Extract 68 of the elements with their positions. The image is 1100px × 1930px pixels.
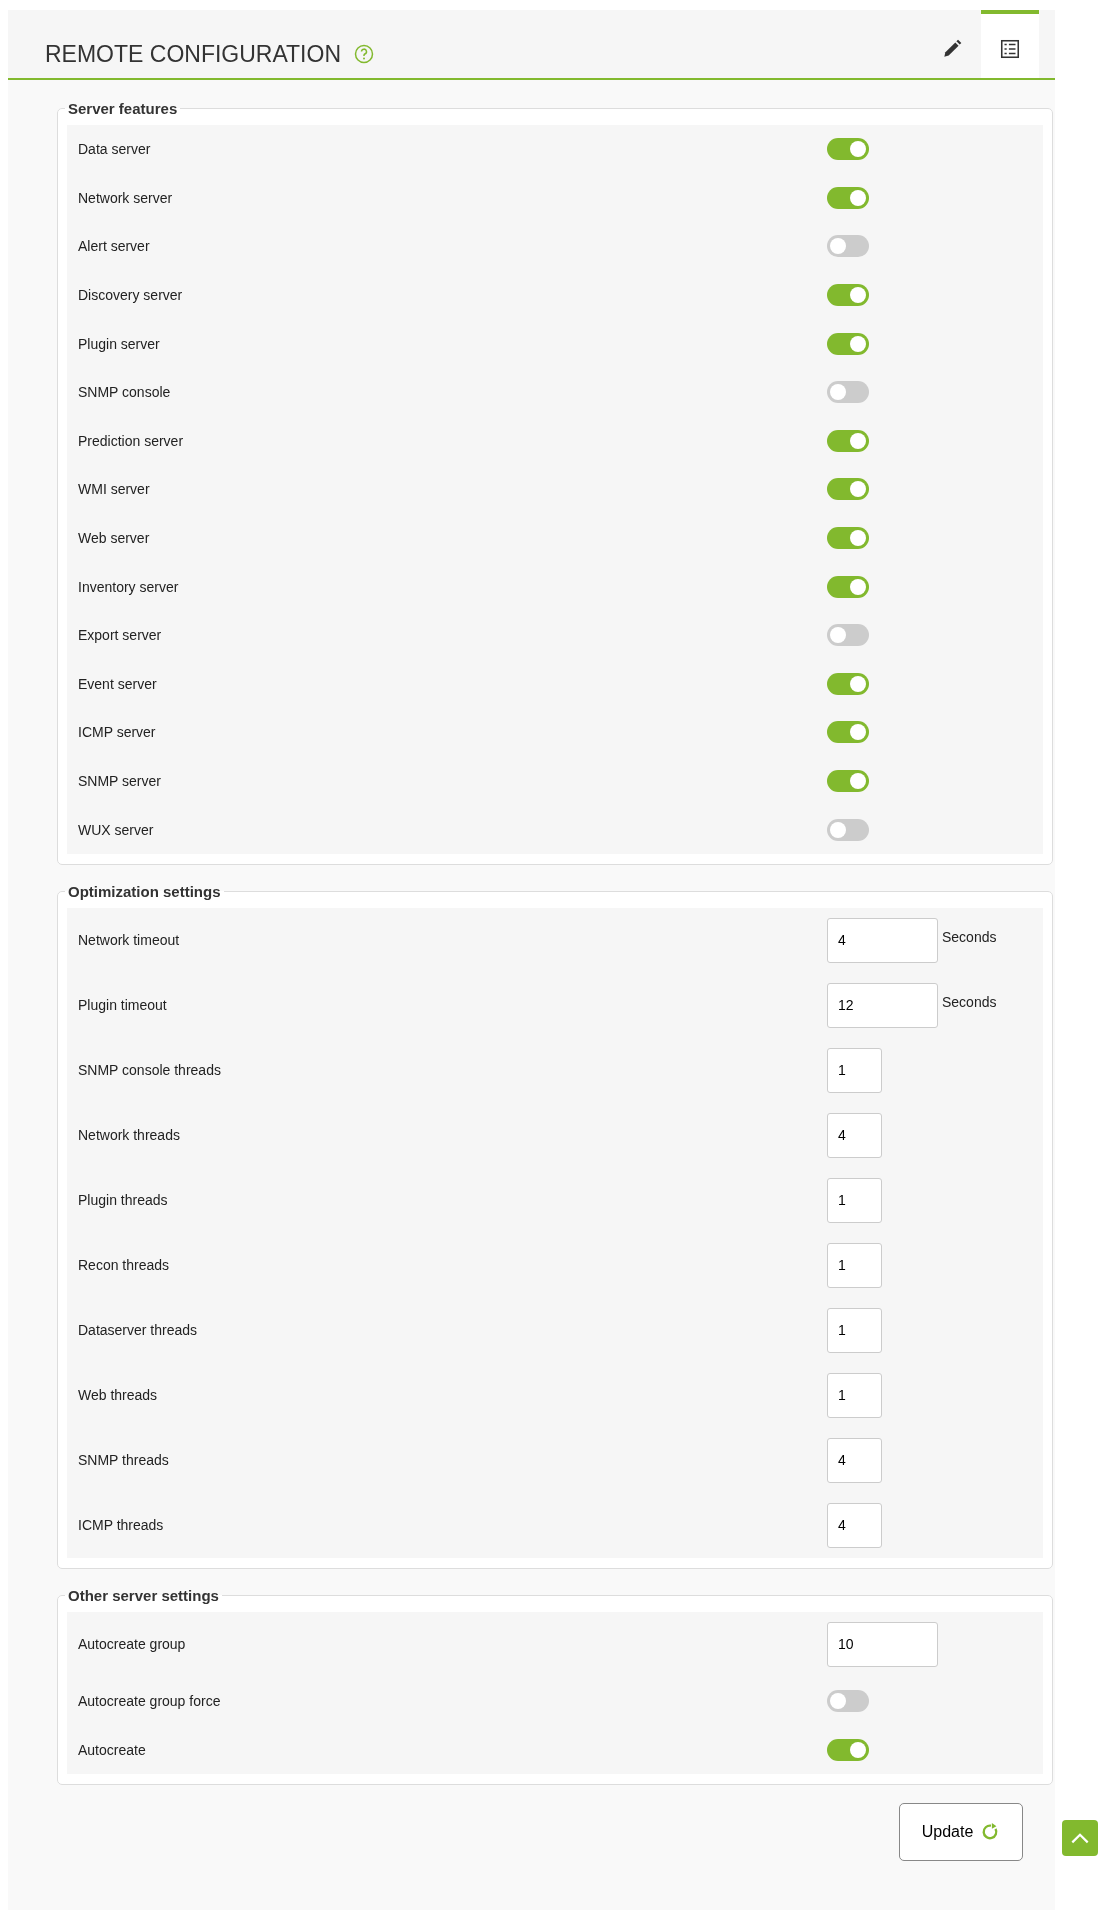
input-field[interactable]: 1	[827, 1372, 882, 1418]
field-label: Autocreate group force	[78, 1693, 222, 1710]
field-label: Recon threads	[78, 1257, 171, 1274]
field-label: ICMP server	[78, 724, 157, 741]
field-label: SNMP server	[78, 773, 162, 789]
toggle-switch[interactable]	[827, 575, 869, 598]
toggle-switch[interactable]	[827, 429, 869, 452]
pencil-icon	[941, 38, 963, 60]
section-title: Other server settings	[67, 1586, 220, 1604]
field-label: Network timeout	[78, 932, 181, 949]
toggle-switch[interactable]	[827, 186, 869, 209]
toggle-switch[interactable]	[827, 770, 869, 792]
field-label: Dataserver threads	[78, 1322, 199, 1339]
field-label: SNMP console threads	[78, 1062, 222, 1079]
field-label: WUX server	[78, 821, 155, 838]
field-label: Export server	[78, 627, 163, 644]
input-field[interactable]: 12	[827, 982, 938, 1028]
field-label: Plugin server	[78, 335, 161, 352]
field-label: Prediction server	[78, 432, 185, 449]
input-field[interactable]: 4	[827, 917, 938, 963]
field-label: Web threads	[78, 1387, 159, 1404]
scroll-top-button[interactable]	[1062, 1820, 1098, 1856]
field-label: SNMP console	[78, 384, 172, 401]
field-label: ICMP threads	[78, 1517, 165, 1534]
toggle-switch[interactable]	[827, 381, 869, 404]
input-field[interactable]: 4	[827, 1112, 882, 1158]
section-title: Server features	[67, 100, 179, 117]
input-field[interactable]: 4	[827, 1437, 882, 1483]
toggle-switch[interactable]	[827, 284, 869, 307]
field-label: Web server	[78, 530, 151, 547]
section-title: Optimization settings	[67, 882, 222, 900]
field-label: WMI server	[78, 481, 151, 498]
toggle-switch[interactable]	[827, 235, 869, 258]
field-label: Plugin threads	[78, 1192, 169, 1209]
input-field[interactable]: 4	[827, 1502, 882, 1548]
toggle-switch[interactable]	[827, 672, 869, 695]
page-title: REMOTE CONFIGURATION	[45, 41, 341, 69]
input-field[interactable]: 1	[827, 1307, 882, 1353]
field-label: SNMP threads	[78, 1452, 170, 1469]
toggle-switch[interactable]	[827, 478, 869, 501]
input-field[interactable]: 1	[827, 1242, 882, 1288]
field-label: Discovery server	[78, 287, 184, 304]
field-label: Data server	[78, 141, 152, 158]
field-label: Inventory server	[78, 578, 180, 595]
toggle-switch[interactable]	[827, 332, 869, 355]
toggle-switch[interactable]	[827, 1738, 869, 1761]
list-icon	[999, 38, 1021, 60]
unit-label: Seconds	[942, 994, 997, 1011]
field-label: Autocreate	[78, 1741, 147, 1758]
field-label: Alert server	[78, 238, 151, 255]
help-icon	[354, 44, 374, 64]
toggle-switch[interactable]	[827, 1690, 869, 1713]
tab[interactable]	[981, 10, 1039, 78]
field-label: Autocreate group	[78, 1636, 187, 1653]
field-label: Plugin timeout	[78, 997, 168, 1014]
input-field[interactable]: 1	[827, 1047, 882, 1093]
toggle-switch[interactable]	[827, 624, 869, 647]
toggle-switch[interactable]	[827, 138, 869, 161]
input-field[interactable]: 1	[827, 1177, 882, 1223]
toggle-switch[interactable]	[827, 721, 869, 744]
input-field[interactable]: 10	[827, 1621, 938, 1667]
field-label: Event server	[78, 675, 158, 692]
field-label: Network threads	[78, 1127, 181, 1144]
update-button[interactable]: Update	[899, 1803, 1023, 1862]
unit-label: Seconds	[942, 929, 997, 946]
field-label: Network server	[78, 189, 174, 206]
toggle-switch[interactable]	[827, 527, 869, 550]
toggle-switch[interactable]	[827, 818, 869, 841]
